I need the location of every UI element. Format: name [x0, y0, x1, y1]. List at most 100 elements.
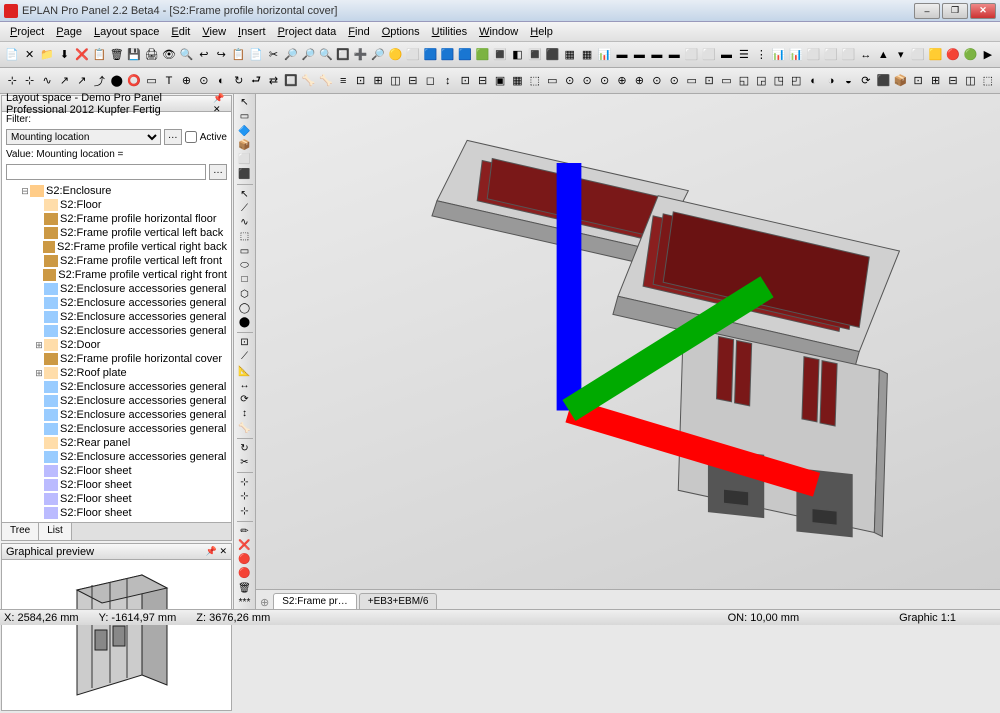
toolbar2-btn-3[interactable]: ↗ — [56, 71, 72, 91]
toolbar2-btn-35[interactable]: ⊕ — [614, 71, 630, 91]
toolbar2-btn-14[interactable]: ⮐ — [248, 71, 264, 91]
toolbar1-btn-32[interactable]: ▦ — [562, 45, 578, 65]
toolbar1-btn-16[interactable]: 🔎 — [283, 45, 299, 65]
tree-node-17[interactable]: S2:Enclosure accessories general — [4, 422, 229, 436]
vtoolbar-btn-26[interactable]: ↻ — [236, 442, 254, 455]
toolbar1-btn-19[interactable]: 🔲 — [335, 45, 351, 65]
vtoolbar-btn-12[interactable]: ⬭ — [236, 259, 254, 272]
toolbar1-btn-47[interactable]: ⬜ — [823, 45, 839, 65]
tab-list[interactable]: List — [39, 523, 72, 540]
vtoolbar-btn-21[interactable]: ↔ — [236, 379, 254, 392]
tree-node-22[interactable]: S2:Floor sheet — [4, 492, 229, 506]
toolbar1-btn-23[interactable]: ⬜ — [405, 45, 421, 65]
toolbar1-btn-53[interactable]: 🟨 — [927, 45, 943, 65]
toolbar2-btn-10[interactable]: ⊕ — [178, 71, 194, 91]
tree-node-21[interactable]: S2:Floor sheet — [4, 478, 229, 492]
toolbar2-btn-50[interactable]: ⬛ — [875, 71, 891, 91]
menu-options[interactable]: Options — [376, 24, 426, 40]
menu-find[interactable]: Find — [342, 24, 375, 40]
value-browse-button[interactable]: … — [209, 164, 227, 180]
toolbar1-btn-21[interactable]: 🔎 — [370, 45, 386, 65]
toolbar2-btn-15[interactable]: ⇄ — [265, 71, 281, 91]
layout-tree[interactable]: ⊟S2:EnclosureS2:FloorS2:Frame profile ho… — [2, 182, 231, 522]
toolbar2-btn-30[interactable]: ⬚ — [527, 71, 543, 91]
toolbar1-btn-37[interactable]: ▬ — [649, 45, 665, 65]
tree-node-7[interactable]: S2:Enclosure accessories general — [4, 282, 229, 296]
vtoolbar-btn-9[interactable]: ∿ — [236, 216, 254, 229]
toolbar1-btn-44[interactable]: 📊 — [771, 45, 787, 65]
menu-page[interactable]: Page — [50, 24, 88, 40]
filter-select[interactable]: Mounting location — [6, 129, 161, 145]
toolbar2-btn-7[interactable]: ⭕ — [126, 71, 142, 91]
toolbar2-btn-55[interactable]: ◫ — [962, 71, 978, 91]
tree-node-1[interactable]: S2:Floor — [4, 198, 229, 212]
toolbar2-btn-51[interactable]: 📦 — [893, 71, 909, 91]
menu-help[interactable]: Help — [524, 24, 559, 40]
toolbar1-btn-9[interactable]: 👁 — [161, 45, 177, 65]
toolbar2-btn-17[interactable]: 🦴 — [300, 71, 316, 91]
toolbar2-btn-43[interactable]: ◲ — [753, 71, 769, 91]
tree-node-2[interactable]: S2:Frame profile horizontal floor — [4, 212, 229, 226]
vtoolbar-btn-35[interactable]: 🔴 — [236, 553, 254, 566]
toolbar1-btn-25[interactable]: 🟦 — [440, 45, 456, 65]
toolbar1-btn-48[interactable]: ⬜ — [840, 45, 856, 65]
viewport-tab-active[interactable]: S2:Frame pr… — [273, 593, 357, 609]
toolbar1-btn-14[interactable]: 📄 — [248, 45, 264, 65]
toolbar1-btn-28[interactable]: 🔳 — [492, 45, 508, 65]
toolbar2-btn-22[interactable]: ◫ — [387, 71, 403, 91]
toolbar1-btn-22[interactable]: 🟡 — [387, 45, 403, 65]
vtoolbar-btn-38[interactable]: *** — [236, 596, 254, 609]
toolbar2-btn-40[interactable]: ⊡ — [701, 71, 717, 91]
menu-window[interactable]: Window — [473, 24, 524, 40]
close-button[interactable]: ✕ — [970, 3, 996, 19]
tree-node-11[interactable]: ⊞S2:Door — [4, 338, 229, 352]
tree-node-15[interactable]: S2:Enclosure accessories general — [4, 394, 229, 408]
toolbar1-btn-6[interactable]: 🗑 — [109, 45, 125, 65]
toolbar1-btn-42[interactable]: ☰ — [736, 45, 752, 65]
toolbar2-btn-8[interactable]: ▭ — [143, 71, 159, 91]
toolbar2-btn-27[interactable]: ⊟ — [474, 71, 490, 91]
toolbar1-btn-40[interactable]: ⬜ — [701, 45, 717, 65]
toolbar2-btn-25[interactable]: ↕ — [440, 71, 456, 91]
toolbar1-btn-20[interactable]: ➕ — [352, 45, 368, 65]
tree-node-4[interactable]: S2:Frame profile vertical right back — [4, 240, 229, 254]
toolbar2-btn-36[interactable]: ⊕ — [631, 71, 647, 91]
toolbar1-btn-51[interactable]: ▾ — [893, 45, 909, 65]
toolbar1-btn-29[interactable]: ◧ — [509, 45, 525, 65]
toolbar1-btn-33[interactable]: ▦ — [579, 45, 595, 65]
toolbar1-btn-13[interactable]: 📋 — [230, 45, 246, 65]
minimize-button[interactable]: – — [914, 3, 940, 19]
toolbar1-btn-4[interactable]: ❌ — [74, 45, 90, 65]
viewport-tab-1[interactable]: +EB3+EBM/6 — [359, 593, 438, 609]
toolbar2-btn-44[interactable]: ◳ — [771, 71, 787, 91]
toolbar1-btn-17[interactable]: 🔎 — [300, 45, 316, 65]
vtoolbar-btn-19[interactable]: ⟋ — [236, 350, 254, 363]
vtoolbar-btn-22[interactable]: ⟳ — [236, 393, 254, 406]
tree-node-16[interactable]: S2:Enclosure accessories general — [4, 408, 229, 422]
toolbar2-btn-33[interactable]: ⊙ — [579, 71, 595, 91]
vtoolbar-btn-29[interactable]: ⊹ — [236, 476, 254, 489]
vtoolbar-btn-13[interactable]: □ — [236, 273, 254, 286]
menu-project-data[interactable]: Project data — [272, 24, 343, 40]
vtoolbar-btn-11[interactable]: ▭ — [236, 245, 254, 258]
vtoolbar-btn-3[interactable]: 📦 — [236, 139, 254, 152]
tree-node-13[interactable]: ⊞S2:Roof plate — [4, 366, 229, 380]
vtoolbar-btn-8[interactable]: ⟋ — [236, 202, 254, 215]
menu-utilities[interactable]: Utilities — [426, 24, 473, 40]
toolbar1-btn-15[interactable]: ✂ — [265, 45, 281, 65]
vtoolbar-btn-16[interactable]: ⬤ — [236, 316, 254, 329]
toolbar2-btn-41[interactable]: ▭ — [718, 71, 734, 91]
toolbar1-btn-35[interactable]: ▬ — [614, 45, 630, 65]
menu-view[interactable]: View — [196, 24, 232, 40]
menu-project[interactable]: Project — [4, 24, 50, 40]
toolbar2-btn-32[interactable]: ⊙ — [562, 71, 578, 91]
toolbar1-btn-24[interactable]: 🟦 — [422, 45, 438, 65]
toolbar2-btn-34[interactable]: ⊙ — [596, 71, 612, 91]
vtoolbar-btn-31[interactable]: ⊹ — [236, 504, 254, 517]
toolbar1-btn-12[interactable]: ↪ — [213, 45, 229, 65]
toolbar2-btn-12[interactable]: ◐ — [213, 71, 229, 91]
menu-edit[interactable]: Edit — [165, 24, 196, 40]
tree-node-12[interactable]: S2:Frame profile horizontal cover — [4, 352, 229, 366]
tree-node-8[interactable]: S2:Enclosure accessories general — [4, 296, 229, 310]
value-input[interactable] — [6, 164, 206, 180]
